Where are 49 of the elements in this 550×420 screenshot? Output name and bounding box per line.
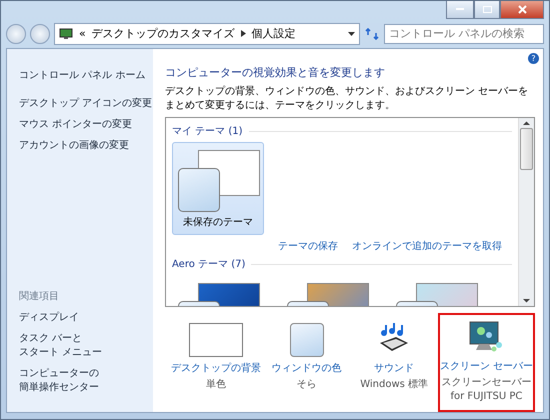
theme-tile[interactable]: 未保存のテーマ [172,142,264,235]
setting-link[interactable]: デスクトップの背景 [171,361,261,375]
group-heading: マイ テーマ (1) [172,125,243,138]
description-text: デスクトップの背景、ウィンドウの色、サウンド、およびスクリーン セーバーをまとめて変更するには、テーマをクリックします。 [165,85,530,113]
close-icon [518,5,526,14]
scroll-thumb[interactable] [520,128,533,170]
scrollbar[interactable] [518,118,534,306]
maximize-icon [482,6,492,13]
refresh-icon[interactable] [364,26,380,42]
group-heading: Aero テーマ (7) [172,258,246,271]
window-color-icon [290,323,324,357]
monitor-icon [59,28,73,40]
setting-item[interactable]: サウンド Windows 標準 [350,313,438,400]
theme-link[interactable]: オンラインで追加のテーマを取得 [352,239,502,253]
theme-name: 未保存のテーマ [183,216,253,229]
breadcrumb[interactable]: 個人設定 [252,26,296,41]
setting-item[interactable]: ウィンドウの色 そら [263,313,350,400]
close-button[interactable] [500,1,544,19]
breadcrumb-overflow[interactable]: « [79,27,86,40]
back-button[interactable] [6,24,26,44]
theme-link[interactable]: テーマの保存 [278,239,338,253]
sidebar-link[interactable]: アカウントの画像の変更 [19,139,129,153]
page-heading: コンピューターの視覚効果と音を変更します [165,65,386,80]
setting-value: そら [296,378,317,392]
blank-background-icon [189,323,243,357]
search-field[interactable]: コントロール パネルの検索 [384,24,544,44]
sidebar-link[interactable]: ディスプレイ [19,311,79,325]
setting-link[interactable]: スクリーン セーバー [440,359,533,373]
setting-value: Windows 標準 [360,378,428,392]
setting-link[interactable]: ウィンドウの色 [272,361,342,375]
sidebar-link[interactable]: タスク バーと スタート メニュー [19,332,102,360]
sidebar-link[interactable]: コンピューターの 簡単操作センター [19,367,99,395]
help-icon[interactable]: ? [528,53,539,64]
setting-value: スクリーンセーバー for FUJITSU PC [440,376,532,404]
setting-link[interactable]: サウンド [374,361,414,375]
address-bar[interactable]: « デスクトップのカスタマイズ 個人設定 [54,22,360,44]
setting-item[interactable]: スクリーン セーバー スクリーンセーバー for FUJITSU PC [438,313,535,412]
forward-button[interactable] [30,24,50,44]
setting-item[interactable]: デスクトップの背景 単色 [169,313,263,400]
setting-value: 単色 [206,378,226,392]
sidebar-link[interactable]: マウス ポインターの変更 [19,118,132,132]
sidebar-link[interactable]: デスクトップ アイコンの変更 [19,97,152,111]
chevron-icon [240,30,246,37]
minimize-button[interactable] [446,1,474,19]
section-heading: 関連項目 [19,290,60,303]
sidebar-link[interactable]: コントロール パネル ホーム [19,69,146,83]
dropdown-icon[interactable] [348,32,355,36]
maximize-button[interactable] [474,1,500,19]
breadcrumb[interactable]: デスクトップのカスタマイズ [92,26,235,41]
